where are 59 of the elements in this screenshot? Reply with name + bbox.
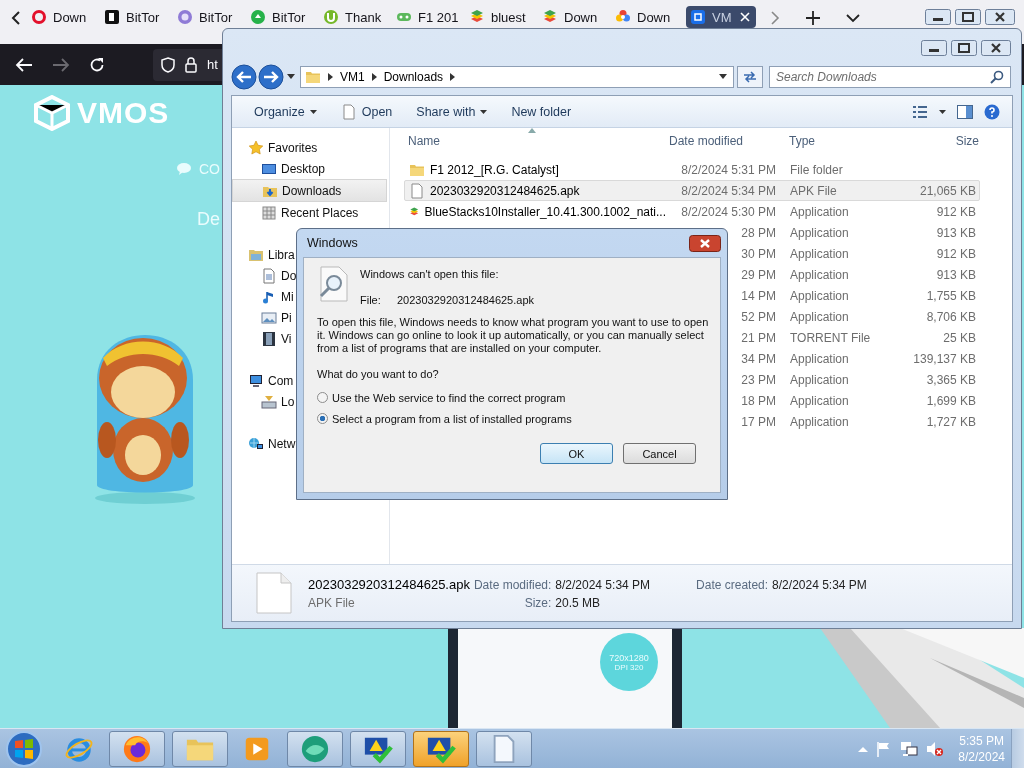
file-name: 2023032920312484625.apk bbox=[308, 576, 470, 592]
type-text: Application bbox=[790, 414, 849, 429]
field-label: Date created: bbox=[695, 577, 769, 592]
field-value: 8/2/2024 5:34 PM bbox=[772, 577, 867, 592]
type-text: Application bbox=[790, 225, 849, 240]
size-text: 8,706 KB bbox=[926, 309, 976, 324]
logo-text: VMOS bbox=[77, 96, 170, 130]
dialog-heading: Windows can't open this file: bbox=[360, 268, 500, 280]
date-text: 8/2/2024 5:34 PM bbox=[681, 183, 776, 198]
size-text: 912 KB bbox=[936, 246, 976, 261]
page-heading: De bbox=[197, 209, 220, 230]
type-text: Application bbox=[790, 246, 849, 261]
field-value: 20.5 MB bbox=[555, 595, 602, 610]
date-text: 18 PM bbox=[741, 393, 776, 408]
type-text: Application bbox=[790, 267, 849, 282]
file-name: BlueStacks10Installer_10.41.300.1002_nati... bbox=[424, 204, 666, 219]
date-text: 21 PM bbox=[741, 330, 776, 345]
file-name: 2023032920312484625.apk bbox=[430, 183, 580, 198]
dpi-text: DPI 320 bbox=[614, 662, 644, 672]
type-text: Application bbox=[790, 288, 849, 303]
size-text: 21,065 KB bbox=[919, 183, 976, 198]
type-text: Application bbox=[790, 204, 849, 219]
type-text: Application bbox=[790, 351, 849, 366]
size-text: 913 KB bbox=[936, 267, 976, 282]
date-text: 30 PM bbox=[741, 246, 776, 261]
date-text: 8/2/2024 5:31 PM bbox=[681, 162, 776, 177]
field-value: 8/2/2024 5:34 PM bbox=[555, 577, 651, 592]
size-text: 1,727 KB bbox=[926, 414, 976, 429]
type-text: Application bbox=[790, 393, 849, 408]
question-text: What do you want to do? bbox=[317, 368, 440, 380]
date-text: 34 PM bbox=[741, 351, 776, 366]
size-text: 3,365 KB bbox=[926, 372, 976, 387]
type-text: TORRENT File bbox=[790, 330, 871, 345]
date-text: 28 PM bbox=[741, 225, 776, 240]
field-label: Date modified: bbox=[473, 577, 552, 592]
dialog-message: To open this file, Windows needs to know what program you want to use to open it. Windows can go online to look it up automatically, or you can manually select from a list of programs that are installed on your computer. bbox=[317, 316, 710, 355]
type-text: File folder bbox=[790, 162, 843, 177]
size-text: 913 KB bbox=[936, 225, 976, 240]
date-text: 29 PM bbox=[741, 267, 776, 282]
size-text: 1,755 KB bbox=[926, 288, 976, 303]
type-text: Application bbox=[790, 372, 849, 387]
file-name: 2023032920312484625.apk bbox=[397, 294, 535, 306]
file-type: APK File bbox=[308, 595, 356, 610]
type-text: APK File bbox=[790, 183, 837, 198]
date-text: 23 PM bbox=[741, 372, 776, 387]
window-title: Windows bbox=[307, 236, 358, 250]
size-text: 139,137 KB bbox=[913, 351, 976, 366]
date-text: 52 PM bbox=[741, 309, 776, 324]
field-label: File: bbox=[360, 294, 382, 306]
field-label: Size: bbox=[523, 595, 552, 610]
resolution-text: 720x1280 bbox=[609, 652, 649, 663]
date-text: 17 PM bbox=[741, 414, 776, 429]
type-text: Application bbox=[790, 309, 849, 324]
size-text: 912 KB bbox=[936, 204, 976, 219]
size-text: 25 KB bbox=[943, 330, 976, 345]
date-text: 8/2/2024 5:30 PM bbox=[681, 204, 776, 219]
file-name: F1 2012_[R.G. Catalyst] bbox=[430, 162, 559, 177]
size-text: 1,699 KB bbox=[926, 393, 976, 408]
date-text: 14 PM bbox=[741, 288, 776, 303]
